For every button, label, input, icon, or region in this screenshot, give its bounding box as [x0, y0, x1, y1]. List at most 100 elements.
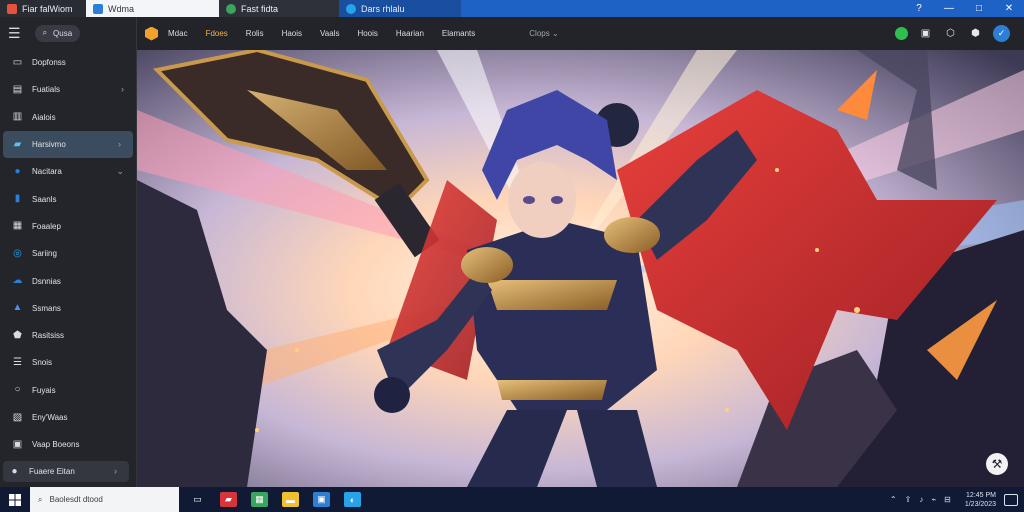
sidebar-item-label: Fuatials — [32, 85, 61, 95]
sidebar-item-label: Dsnnias — [32, 276, 61, 286]
sort-dropdown[interactable]: Clops ⌄ — [529, 29, 558, 38]
sidebar-item[interactable]: ⬟ Rasitsiss — [0, 322, 136, 349]
profile-avatar[interactable]: ✓ — [993, 25, 1010, 42]
sidebar-search-label: Qusa — [53, 28, 73, 38]
sidebar-item[interactable]: ○ Fuyais — [0, 377, 136, 404]
clock-time: 12:45 PM — [966, 491, 996, 499]
tab-2[interactable]: Wdma — [86, 0, 219, 17]
store-icon[interactable]: ▦ — [251, 492, 268, 507]
sidebar-item-label: Fuyais — [32, 385, 56, 395]
tab-3[interactable]: Fast fidta — [219, 0, 339, 17]
sidebar-item-label: Saanls — [32, 194, 57, 204]
tab-2-label: Wdma — [108, 3, 135, 14]
hamburger-menu-icon[interactable]: ☰ — [8, 25, 21, 42]
sidebar-item-label: Dopfonss — [32, 58, 66, 68]
tray-icon[interactable]: ⌁ — [931, 495, 936, 504]
sidebar-item[interactable]: ▣ Vaap Boeons — [0, 431, 136, 458]
sidebar-item[interactable]: ▧ Eny'Waas — [0, 404, 136, 431]
maximize-button[interactable]: □ — [972, 3, 986, 14]
status-online-icon[interactable] — [895, 27, 908, 40]
taskbar-search[interactable]: ⌕ Baolesdt dtood — [30, 487, 179, 512]
tray-icon[interactable]: ⌃ — [890, 495, 897, 504]
nav-item[interactable]: Haarian — [396, 29, 424, 38]
system-tray: ⌃ ⇪ ♪ ⌁ ⊟ 12:45 PM 1/23/2023 — [890, 491, 1024, 509]
tab-1[interactable]: Fiar falWiom — [0, 0, 86, 17]
nav-item[interactable]: Rolis — [246, 29, 264, 38]
sidebar-item[interactable]: ● Nacitara ⌄ — [0, 158, 136, 185]
mail-icon[interactable]: ▰ — [220, 492, 237, 507]
taskbar-apps: ▭ ▰ ▦ ▬ ▣ ◐ — [189, 492, 361, 507]
search-icon: ⌕ — [42, 28, 48, 37]
window-controls: ? — □ ✕ — [912, 0, 1024, 17]
hero-artwork: ⚒ — [137, 50, 1024, 487]
close-button[interactable]: ✕ — [1002, 3, 1016, 14]
clock-date: 1/23/2023 — [964, 500, 996, 508]
sidebar-item[interactable]: ◎ Sariing — [0, 240, 136, 267]
sidebar-item[interactable]: ▦ Foaalep — [0, 213, 136, 240]
document-icon: ▭ — [12, 56, 23, 68]
sidebar-item-label: Harsivmo — [32, 140, 66, 150]
window-icon[interactable]: ▣ — [313, 492, 330, 507]
nav-item[interactable]: Fdoes — [206, 29, 228, 38]
nav-item[interactable]: Vaals — [320, 29, 339, 38]
sidebar-item[interactable]: ▭ Dopfonss — [0, 49, 136, 76]
sidebar-item[interactable]: ▮ Saanls — [0, 185, 136, 212]
sidebar-item[interactable]: ☰ Snois — [0, 349, 136, 376]
sidebar-header: ☰ ⌕ Qusa — [0, 17, 136, 49]
nav-item[interactable]: Mdac — [168, 29, 188, 38]
start-button[interactable] — [0, 493, 30, 506]
nav-item[interactable]: Haois — [282, 29, 302, 38]
window-icon[interactable]: ▣ — [918, 26, 933, 41]
sidebar-item-label: Snois — [32, 358, 53, 368]
sidebar-item[interactable]: ▲ Ssmans — [0, 295, 136, 322]
sidebar-item[interactable]: ▰ Harsivmo › — [3, 130, 133, 159]
shield-icon[interactable]: ⬢ — [968, 26, 983, 41]
edit-tools-button[interactable]: ⚒ — [986, 453, 1008, 475]
tab-4[interactable]: Dars rhlalu — [339, 0, 461, 17]
sidebar-search[interactable]: ⌕ Qusa — [34, 24, 81, 42]
tray-icons: ⌃ ⇪ ♪ ⌁ ⊟ — [890, 495, 951, 504]
nav-item[interactable]: Hoois — [357, 29, 377, 38]
tray-icon[interactable]: ⊟ — [944, 495, 951, 504]
edge-icon[interactable]: ◐ — [344, 492, 361, 507]
help-icon[interactable]: ? — [912, 3, 926, 14]
list-icon: ☰ — [13, 356, 22, 368]
sidebar-item-label: Vaap Boeons — [32, 440, 80, 450]
notification-icon[interactable] — [1004, 493, 1018, 506]
folder-icon[interactable]: ▬ — [282, 492, 299, 507]
inbox-icon: ▤ — [12, 83, 23, 95]
sidebar-list: ▭ Dopfonss ▤ Fuatials › ▥ Aialois ▰ Harsivmo › ● Na… — [0, 49, 136, 458]
edge-icon — [346, 3, 356, 14]
clock[interactable]: 12:45 PM 1/23/2023 — [965, 491, 996, 509]
top-nav-bar: Mdac Fdoes Rolis Haois Vaals Hoois Haarian Elam… — [137, 17, 1024, 50]
chevron-icon: ⌄ — [116, 166, 124, 177]
sidebar-item[interactable]: ☁ Dsnnias — [0, 267, 136, 294]
sidebar-item[interactable]: ▥ Aialois — [0, 104, 136, 131]
nav-item[interactable]: Elamants — [442, 29, 475, 38]
settings-icon[interactable]: ⬡ — [943, 26, 958, 41]
chevron-icon: › — [121, 84, 124, 95]
sidebar-item[interactable]: ▤ Fuatials › — [0, 76, 136, 103]
browser-icon — [226, 3, 236, 14]
image-icon: ▧ — [12, 411, 23, 423]
sidebar-item-label: Sariing — [32, 249, 57, 259]
shape-icon: ▲ — [12, 302, 23, 314]
app-logo-icon[interactable] — [145, 26, 158, 41]
chevron-icon: › — [118, 138, 121, 149]
taskbar-search-label: Baolesdt dtood — [49, 495, 103, 504]
browser-tab-bar: Fiar falWiom Wdma Fast fidta Dars rhlalu… — [0, 0, 1024, 17]
tray-icon[interactable]: ♪ — [919, 495, 923, 504]
tab-3-label: Fast fidta — [241, 3, 279, 14]
windows-icon — [9, 493, 21, 506]
sidebar-item-label: Nacitara — [32, 167, 62, 177]
game-icon — [7, 3, 17, 14]
sidebar-footer-button[interactable]: ● Fuaere Eitan › — [3, 461, 129, 482]
minimize-button[interactable]: — — [942, 3, 956, 14]
sidebar-footer-label: Fuaere Eitan — [29, 467, 75, 476]
taskview-icon[interactable]: ▭ — [189, 492, 206, 507]
profile-icon: ● — [11, 465, 18, 477]
search-icon: ○ — [14, 384, 21, 396]
tray-icon[interactable]: ⇪ — [905, 495, 912, 504]
shield-icon: ⬟ — [13, 329, 22, 341]
chat-icon: ● — [14, 165, 21, 177]
